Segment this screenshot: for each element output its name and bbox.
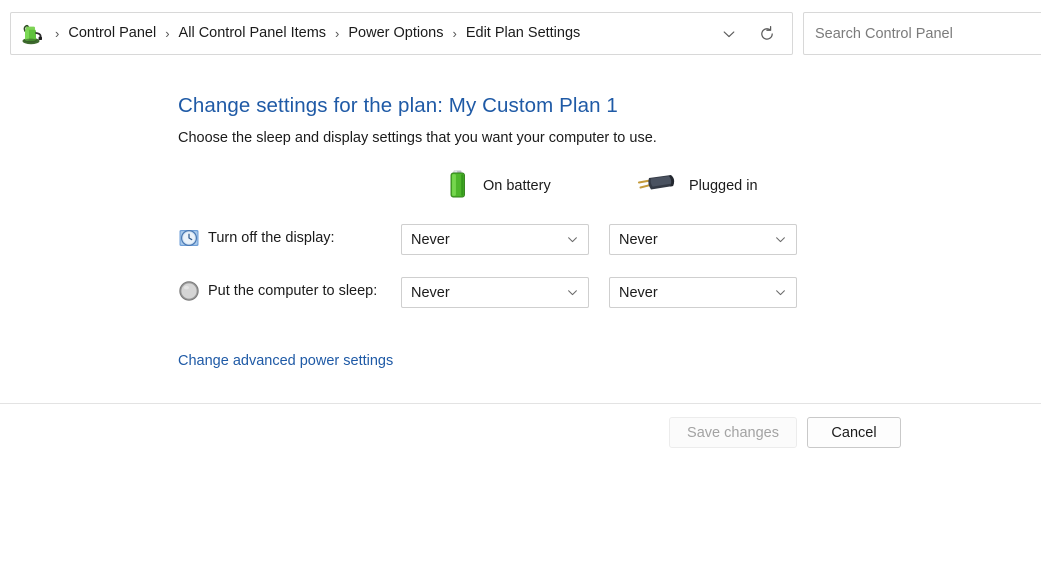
setting-label-put-computer-to-sleep: Put the computer to sleep: xyxy=(208,283,378,299)
cancel-button[interactable]: Cancel xyxy=(807,417,901,448)
breadcrumb-item-all-control-panel-items[interactable]: All Control Panel Items xyxy=(177,23,328,44)
page-subtitle: Choose the sleep and display settings th… xyxy=(178,130,657,146)
chevron-down-icon[interactable] xyxy=(714,19,744,49)
dropdown-value: Never xyxy=(619,231,658,248)
dropdown-value: Never xyxy=(619,284,658,301)
breadcrumb-separator: › xyxy=(55,26,60,41)
setting-row-put-computer-to-sleep: Put the computer to sleep: Never Never xyxy=(0,277,1041,309)
search-box[interactable] xyxy=(803,12,1041,55)
dropdown-turn-off-display-on-battery[interactable]: Never xyxy=(401,224,589,255)
battery-icon xyxy=(443,168,473,205)
save-changes-button[interactable]: Save changes xyxy=(669,417,797,448)
dropdown-value: Never xyxy=(411,284,450,301)
setting-label-turn-off-display: Turn off the display: xyxy=(208,230,335,246)
breadcrumb-bar[interactable]: › Control Panel › All Control Panel Item… xyxy=(10,12,793,55)
breadcrumb-separator: › xyxy=(452,26,457,41)
power-plug-icon xyxy=(637,168,679,205)
column-header-label-on-battery: On battery xyxy=(483,178,551,194)
dropdown-turn-off-display-plugged-in[interactable]: Never xyxy=(609,224,797,255)
footer-bar: Save changes Cancel xyxy=(0,404,1041,587)
breadcrumb-separator: › xyxy=(165,26,170,41)
content-pane: Change settings for the plan: My Custom … xyxy=(0,62,1041,403)
dropdown-sleep-plugged-in[interactable]: Never xyxy=(609,277,797,308)
chevron-down-icon xyxy=(774,233,787,246)
chevron-down-icon xyxy=(774,286,787,299)
column-header-plugged-in: Plugged in xyxy=(637,169,758,203)
search-input[interactable] xyxy=(815,25,1030,42)
column-header-label-plugged-in: Plugged in xyxy=(689,178,758,194)
change-advanced-power-settings-link[interactable]: Change advanced power settings xyxy=(178,353,393,369)
chevron-down-icon xyxy=(566,233,579,246)
chevron-down-icon xyxy=(566,286,579,299)
breadcrumb-item-power-options[interactable]: Power Options xyxy=(346,23,445,44)
dropdown-value: Never xyxy=(411,231,450,248)
breadcrumb-item-control-panel[interactable]: Control Panel xyxy=(66,23,158,44)
refresh-icon[interactable] xyxy=(752,19,782,49)
clock-icon xyxy=(178,227,200,249)
page-title: Change settings for the plan: My Custom … xyxy=(178,94,618,117)
address-bar-row: › Control Panel › All Control Panel Item… xyxy=(0,0,1041,62)
breadcrumb-separator: › xyxy=(335,26,340,41)
sleep-orb-icon xyxy=(178,280,200,302)
control-panel-power-icon xyxy=(20,22,44,46)
breadcrumb-item-edit-plan-settings[interactable]: Edit Plan Settings xyxy=(464,23,582,44)
dropdown-sleep-on-battery[interactable]: Never xyxy=(401,277,589,308)
column-header-on-battery: On battery xyxy=(443,169,551,203)
setting-row-turn-off-display: Turn off the display: Never Never xyxy=(0,224,1041,256)
